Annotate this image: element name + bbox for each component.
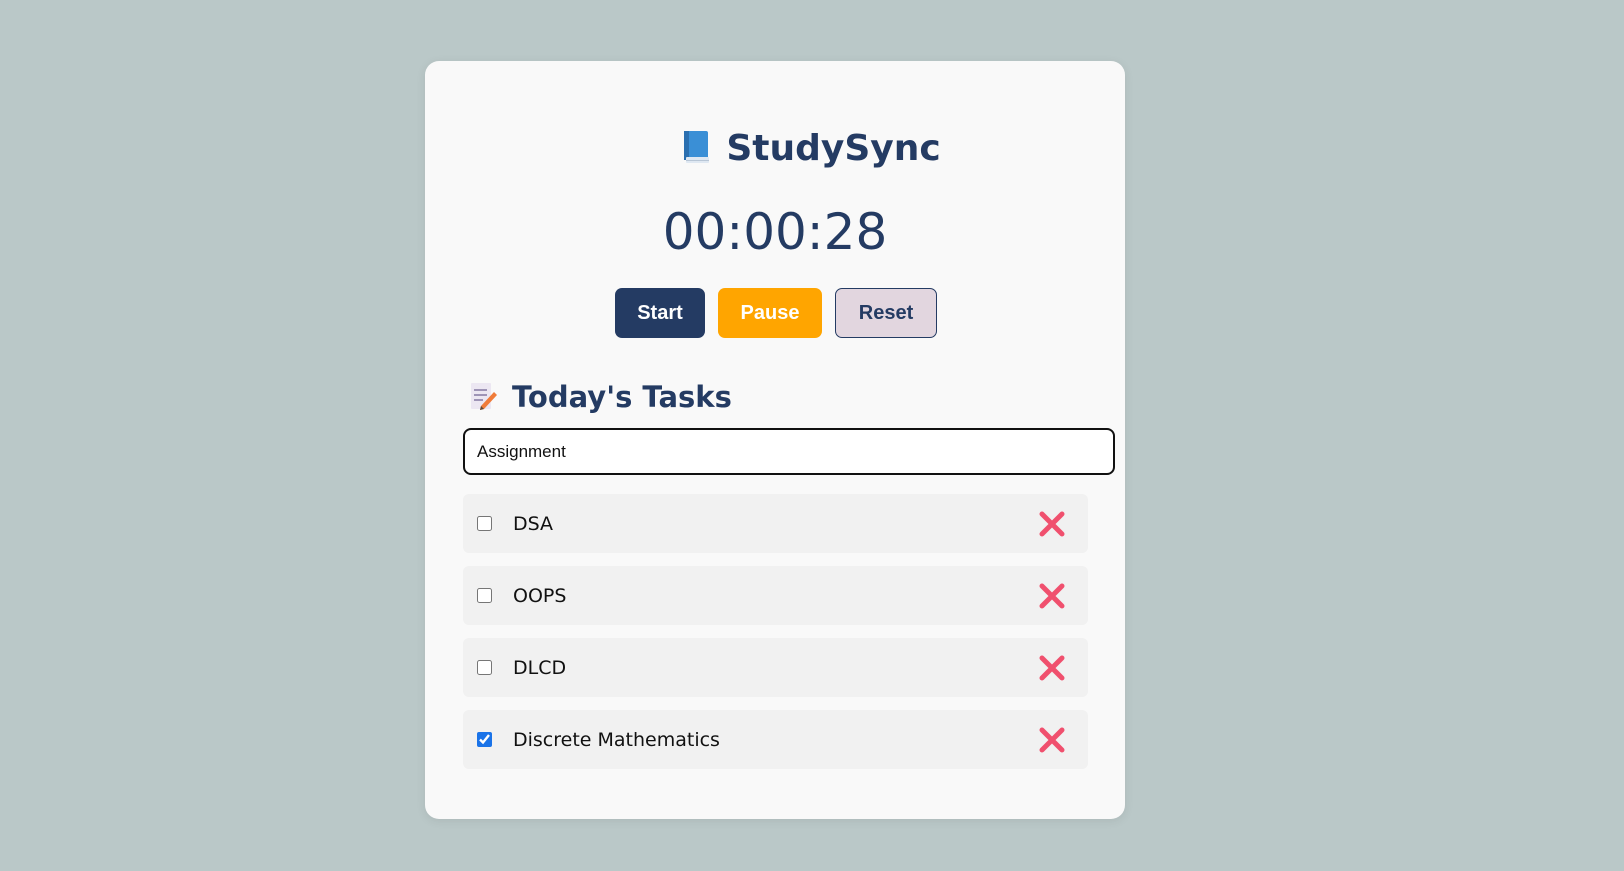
- tasks-heading-label: Today's Tasks: [512, 380, 732, 414]
- task-item: OOPS: [463, 566, 1088, 625]
- task-label: Discrete Mathematics: [513, 728, 720, 751]
- timer-display: 00:00:28: [662, 203, 888, 261]
- delete-task-icon[interactable]: [1038, 654, 1066, 682]
- memo-icon: [468, 378, 498, 410]
- timer-controls: Start Pause Reset: [615, 288, 937, 338]
- task-checkbox[interactable]: [477, 660, 492, 675]
- task-item: DLCD: [463, 638, 1088, 697]
- task-label: DLCD: [513, 656, 567, 679]
- task-item: Discrete Mathematics: [463, 710, 1088, 769]
- app-header: StudySync: [0, 123, 1624, 175]
- blue-book-icon: [683, 127, 710, 163]
- tasks-heading: Today's Tasks: [468, 374, 732, 420]
- task-label: DSA: [513, 512, 554, 535]
- delete-task-icon[interactable]: [1038, 726, 1066, 754]
- task-checkbox[interactable]: [477, 732, 492, 747]
- task-label: OOPS: [513, 584, 567, 607]
- delete-task-icon[interactable]: [1038, 510, 1066, 538]
- task-checkbox[interactable]: [477, 588, 492, 603]
- task-item: DSA: [463, 494, 1088, 553]
- task-input[interactable]: [463, 428, 1115, 475]
- pause-button[interactable]: Pause: [718, 288, 822, 338]
- task-list: DSA OOPS DLCD Discrete Mathematics: [463, 494, 1088, 782]
- delete-task-icon[interactable]: [1038, 582, 1066, 610]
- start-button[interactable]: Start: [615, 288, 705, 338]
- app-title: StudySync: [726, 128, 941, 169]
- task-checkbox[interactable]: [477, 516, 492, 531]
- reset-button[interactable]: Reset: [835, 288, 937, 338]
